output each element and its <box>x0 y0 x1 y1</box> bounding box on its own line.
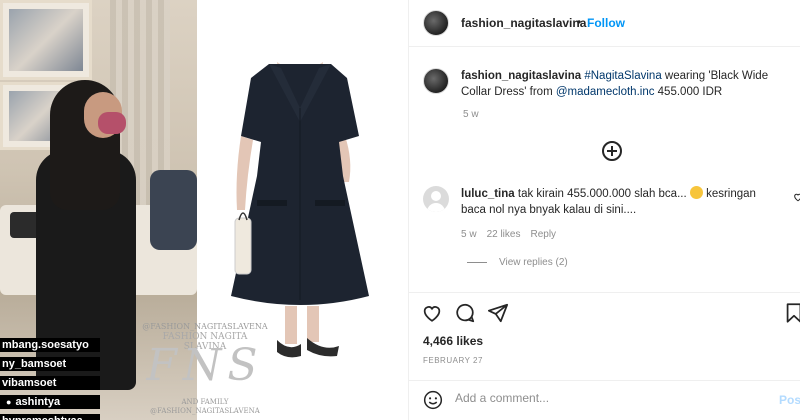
story-tag: vibamsoet <box>0 376 100 390</box>
caption-text: fashion_nagitaslavina #NagitaSlavina wea… <box>461 68 791 100</box>
separator-dot: • <box>577 15 582 29</box>
share-icon[interactable] <box>487 302 509 324</box>
story-tag: ny_bamsoet <box>0 357 100 371</box>
watermark-footer: AND FAMILY @FASHION_NAGITASLAVENA <box>150 398 260 415</box>
hashtag-link[interactable]: #NagitaSlavina <box>584 70 661 82</box>
avatar[interactable] <box>423 68 449 94</box>
caption-timestamp[interactable]: 5 w <box>463 109 479 120</box>
comment-username[interactable]: luluc_tina <box>461 188 515 200</box>
face-mask <box>98 112 126 134</box>
default-avatar-icon[interactable] <box>423 186 449 212</box>
comment-likes[interactable]: 22 likes <box>487 229 521 240</box>
likes-count[interactable]: 4,466 likes <box>423 334 483 348</box>
follow-button[interactable]: Follow <box>587 16 625 30</box>
grinning-sweat-emoji-icon <box>689 186 703 199</box>
story-tag: ashintya <box>0 395 100 409</box>
story-tag: byprameshtyaa <box>0 414 100 420</box>
caption-username[interactable]: fashion_nagitaslavina <box>461 70 581 82</box>
post-details-panel: fashion_nagitaslavina • Follow fashion_n… <box>408 0 800 420</box>
watermark-handle: @FASHION_NAGITASLAVENA <box>142 322 268 331</box>
post-date[interactable]: FEBRUARY 27 <box>423 356 483 365</box>
replies-divider-line <box>467 262 487 263</box>
story-tag: mbang.soesatyo <box>0 338 100 352</box>
post-header: fashion_nagitaslavina • Follow <box>409 0 800 47</box>
post-comment-button[interactable]: Post <box>779 393 800 407</box>
post-media[interactable]: mbang.soesatyo ny_bamsoet vibamsoet ashi… <box>0 0 408 420</box>
story-tag-list: mbang.soesatyo ny_bamsoet vibamsoet ashi… <box>0 338 100 420</box>
load-more-comments-icon[interactable] <box>602 141 622 161</box>
avatar[interactable] <box>423 10 449 36</box>
comment-timestamp[interactable]: 5 w <box>461 229 477 240</box>
comment-meta: 5 w 22 likes Reply <box>461 229 556 240</box>
emoji-picker-icon[interactable] <box>423 390 443 410</box>
action-bar <box>409 292 800 332</box>
family-photo-frame <box>0 0 92 80</box>
heart-icon[interactable] <box>421 302 443 324</box>
like-comment-heart-icon[interactable] <box>793 192 800 202</box>
watermark-logo: FNS <box>146 340 264 391</box>
caption-price: 455.000 IDR <box>654 86 723 98</box>
bookmark-icon[interactable] <box>783 302 800 324</box>
comment-body-1: tak kirain 455.000.000 slah bca... <box>514 188 687 200</box>
header-username[interactable]: fashion_nagitaslavina <box>461 16 586 30</box>
add-comment-bar: Post <box>409 380 800 420</box>
reply-button[interactable]: Reply <box>530 229 556 240</box>
comment-text: luluc_tina tak kirain 455.000.000 slah b… <box>461 186 781 218</box>
comment-input[interactable] <box>455 391 755 405</box>
comment-icon[interactable] <box>454 302 476 324</box>
mention-link[interactable]: @madamecloth.inc <box>556 86 655 98</box>
person-arm <box>150 170 197 250</box>
view-replies-label: View replies (2) <box>499 257 568 268</box>
view-replies-button[interactable]: View replies (2) <box>467 257 568 268</box>
